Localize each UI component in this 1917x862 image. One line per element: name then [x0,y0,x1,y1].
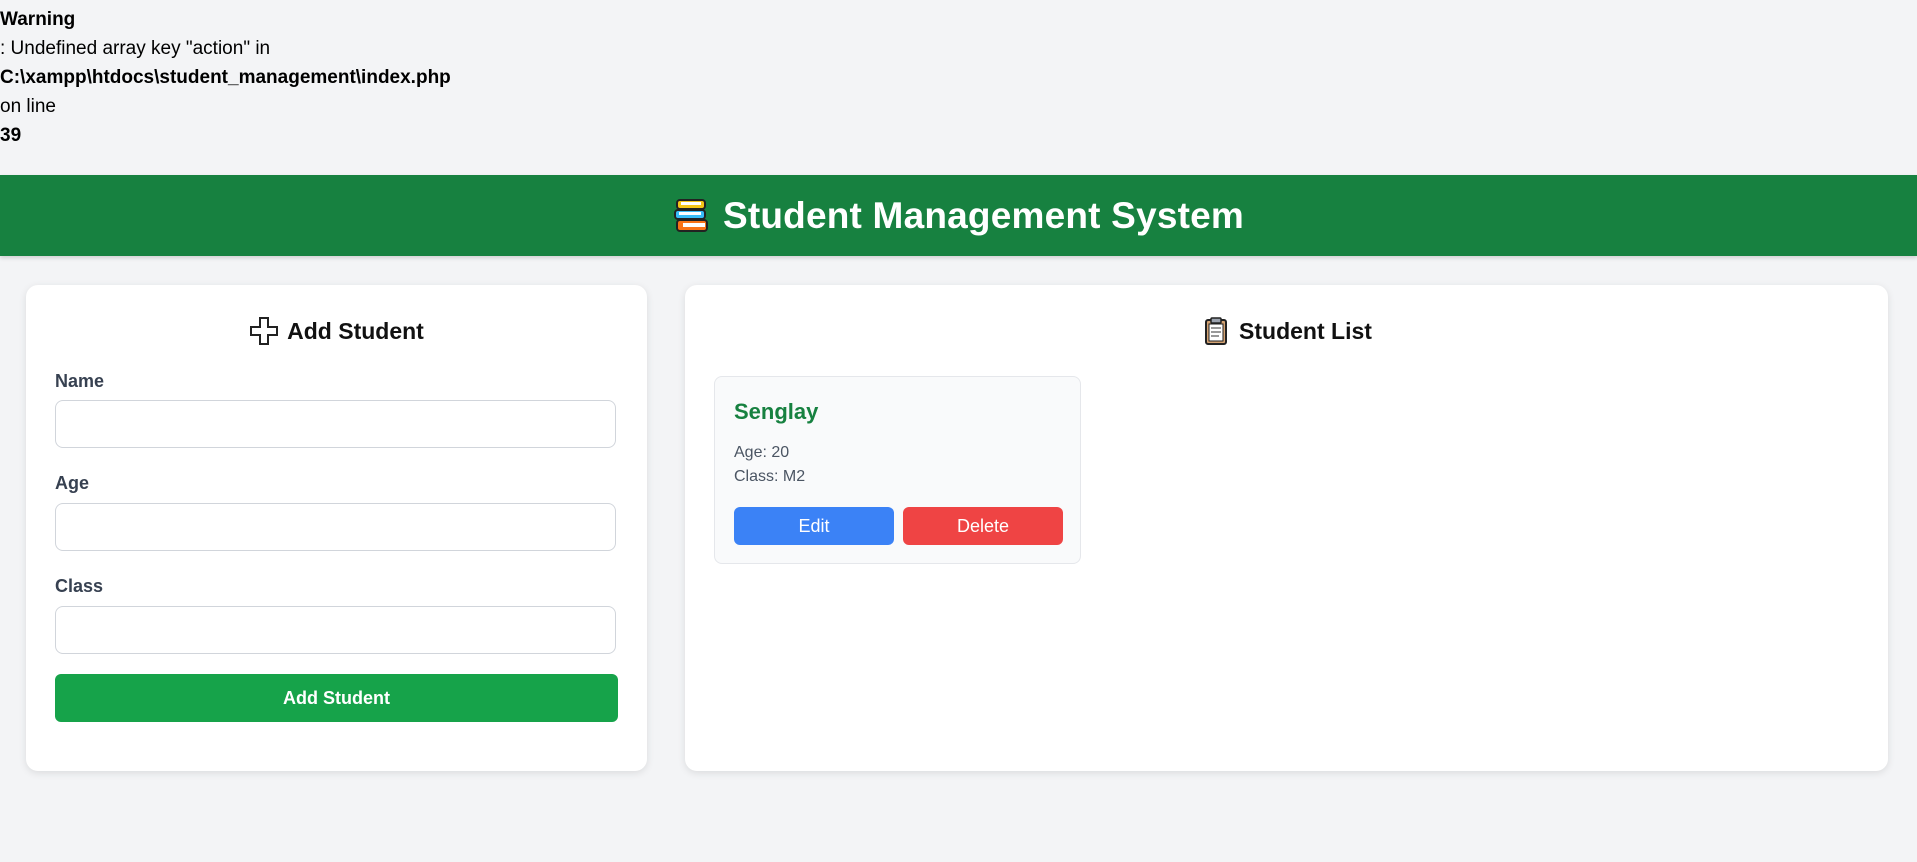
student-class: Class: M2 [734,468,806,485]
student-list-panel: Student List Senglay Age: 20 Class: M2 E… [685,285,1888,771]
warning-on-line: on line [0,96,56,117]
books-icon [673,197,711,235]
add-student-heading: Add Student [26,316,647,346]
plus-icon [249,316,279,346]
delete-button[interactable]: Delete [903,507,1063,545]
class-label: Class [55,576,104,596]
warning-heading: Warning [0,9,76,30]
name-input[interactable] [55,400,616,448]
clipboard-icon [1201,316,1231,346]
age-label: Age [55,473,90,493]
add-student-button[interactable]: Add Student [55,674,618,722]
warning-file-path: C:\xampp\htdocs\student_management\index… [0,67,451,88]
age-input[interactable] [55,503,616,551]
page-title: Student Management System [722,194,1245,236]
student-list-heading: Student List [685,316,1888,346]
edit-button[interactable]: Edit [734,507,894,545]
warning-message: : Undefined array key "action" in [0,38,271,59]
student-name: Senglay [734,399,819,424]
warning-line-number: 39 [0,125,22,146]
student-card: Senglay Age: 20 Class: M2 Edit Delete [714,376,1081,564]
add-student-panel: Add Student Name Age Class Add Student [26,285,647,771]
student-age: Age: 20 [734,444,790,461]
php-warning: Warning : Undefined array key "action" i… [0,5,451,150]
name-label: Name [55,371,105,391]
header-title-group: Student Management System [673,195,1244,237]
add-student-title: Add Student [287,317,424,344]
class-input[interactable] [55,606,616,654]
app-header: Student Management System [0,175,1917,256]
student-list-title: Student List [1239,317,1372,344]
